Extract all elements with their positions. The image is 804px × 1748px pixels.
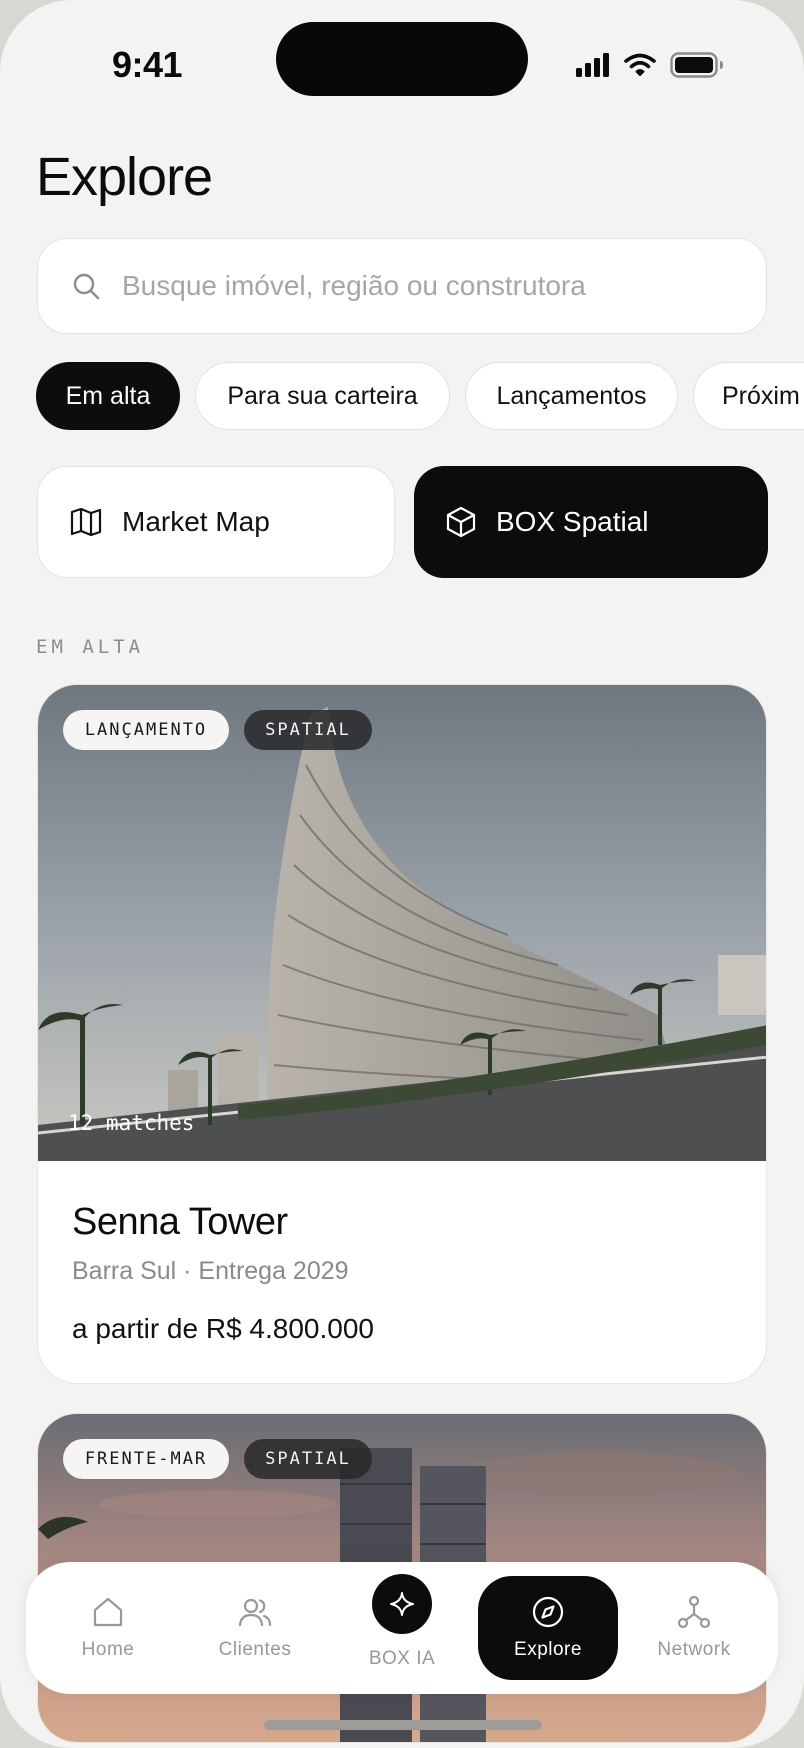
search-input[interactable]: Busque imóvel, região ou construtora <box>37 238 767 334</box>
page-title: Explore <box>36 147 213 207</box>
phone-screen: 9:41 Explore Busque imóvel, região ou co… <box>0 0 804 1748</box>
market-map-button[interactable]: Market Map <box>37 466 395 578</box>
wifi-icon <box>624 53 656 76</box>
tag-spatial: SPATIAL <box>244 1439 372 1479</box>
tab-home[interactable]: Home <box>38 1562 178 1694</box>
listing-card[interactable]: LANÇAMENTO SPATIAL 12 matches Senna Towe… <box>37 684 767 1384</box>
tab-bar: Home Clientes BOX IA Explore Network <box>26 1562 778 1694</box>
chip-lancamentos[interactable]: Lançamentos <box>465 362 678 430</box>
box-spatial-button[interactable]: BOX Spatial <box>414 466 768 578</box>
tab-box-ia-label: BOX IA <box>368 1648 436 1669</box>
tab-explore-label: Explore <box>514 1639 582 1660</box>
dynamic-island <box>276 22 528 96</box>
home-indicator <box>264 1720 542 1730</box>
status-icons <box>576 50 724 80</box>
listing-name: Senna Tower <box>72 1201 288 1243</box>
status-bar: 9:41 <box>0 0 804 110</box>
tab-home-label: Home <box>81 1639 135 1660</box>
filter-chips: Em alta Para sua carteira Lançamentos Pr… <box>36 362 804 430</box>
chip-para-sua-carteira[interactable]: Para sua carteira <box>195 362 450 430</box>
search-icon <box>73 273 100 300</box>
chip-proximos[interactable]: Próxim <box>693 362 804 430</box>
users-icon <box>238 1598 272 1627</box>
home-icon <box>93 1597 123 1627</box>
listing-subtitle: Barra Sul · Entrega 2029 <box>72 1257 349 1285</box>
cube-icon <box>446 506 476 538</box>
signal-icon <box>576 53 609 77</box>
box-ia-button <box>372 1574 432 1634</box>
chip-em-alta[interactable]: Em alta <box>36 362 180 430</box>
tab-box-ia[interactable]: BOX IA <box>332 1562 472 1694</box>
map-icon <box>70 507 102 537</box>
tab-clientes[interactable]: Clientes <box>185 1562 325 1694</box>
listing-image: LANÇAMENTO SPATIAL 12 matches <box>38 685 766 1161</box>
tab-network[interactable]: Network <box>624 1562 764 1694</box>
status-time: 9:41 <box>112 44 183 85</box>
tag-lancamento: LANÇAMENTO <box>63 710 229 750</box>
tab-explore[interactable]: Explore <box>478 1576 618 1680</box>
compass-icon <box>532 1596 564 1628</box>
sparkle-icon <box>390 1592 414 1616</box>
market-map-label: Market Map <box>122 506 270 537</box>
box-spatial-label: BOX Spatial <box>496 506 649 537</box>
listing-price: a partir de R$ 4.800.000 <box>72 1313 374 1344</box>
network-icon <box>677 1595 711 1629</box>
search-placeholder: Busque imóvel, região ou construtora <box>122 270 586 301</box>
section-label: EM ALTA <box>36 636 145 658</box>
battery-icon <box>670 52 723 78</box>
tab-network-label: Network <box>657 1639 731 1660</box>
tab-clientes-label: Clientes <box>218 1639 292 1660</box>
tag-spatial: SPATIAL <box>244 710 372 750</box>
matches-count: 12 matches <box>68 1111 195 1135</box>
tag-frente-mar: FRENTE-MAR <box>63 1439 229 1479</box>
